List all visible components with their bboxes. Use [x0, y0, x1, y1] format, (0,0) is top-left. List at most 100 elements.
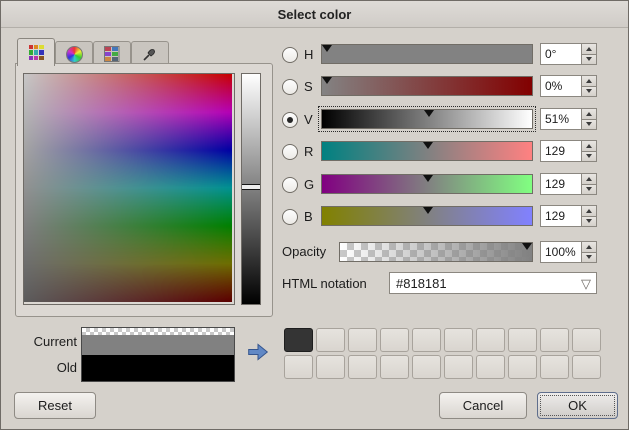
ok-button[interactable]: OK [537, 392, 618, 419]
blue-value[interactable]: 129 [541, 209, 581, 223]
green-spinbox[interactable]: 129 [540, 173, 597, 195]
html-notation-label: HTML notation [282, 276, 367, 291]
hue-spinbox[interactable]: 0° [540, 43, 597, 65]
radio-b[interactable] [282, 209, 298, 225]
palette-cell[interactable] [412, 355, 441, 379]
cancel-button[interactable]: Cancel [439, 392, 527, 419]
old-color-swatch [82, 355, 234, 381]
spin-down-button[interactable] [582, 55, 596, 65]
saturation-slider[interactable] [321, 76, 533, 96]
reset-button-label: Reset [38, 398, 72, 413]
palette-cell[interactable] [348, 328, 377, 352]
palette-cell[interactable] [540, 328, 569, 352]
palette-cell[interactable] [572, 328, 601, 352]
spin-up-button[interactable] [582, 141, 596, 152]
blue-slider[interactable] [321, 206, 533, 226]
right-arrow-icon [247, 340, 269, 364]
slider-marker[interactable] [322, 45, 332, 52]
channel-label-b: B [304, 209, 318, 224]
red-spinbox[interactable]: 129 [540, 140, 597, 162]
current-color-swatch [82, 335, 234, 355]
slider-marker[interactable] [423, 142, 433, 149]
radio-h[interactable] [282, 47, 298, 63]
palette-cell[interactable] [316, 355, 345, 379]
color-square-canvas[interactable] [24, 74, 232, 302]
slider-marker[interactable] [322, 77, 332, 84]
html-notation-value[interactable]: #818181 [396, 276, 447, 291]
palette-cell[interactable] [540, 355, 569, 379]
radio-s[interactable] [282, 79, 298, 95]
saturation-value[interactable]: 0% [541, 79, 581, 93]
triangle-down-icon[interactable]: ▽ [581, 276, 591, 292]
current-label: Current [15, 334, 77, 349]
spin-up-button[interactable] [582, 44, 596, 55]
value-strip-marker[interactable] [242, 184, 260, 190]
ok-button-label: OK [568, 398, 587, 413]
red-value[interactable]: 129 [541, 144, 581, 158]
spin-up-button[interactable] [582, 242, 596, 253]
radio-v[interactable] [282, 112, 298, 128]
palette-cell[interactable] [444, 355, 473, 379]
opacity-label: Opacity [282, 244, 326, 259]
palette-tab-icon [104, 46, 120, 62]
tab-gimp-selector[interactable] [17, 38, 55, 66]
slider-marker[interactable] [522, 243, 532, 250]
spin-down-button[interactable] [582, 120, 596, 130]
palette-cell[interactable] [508, 328, 537, 352]
spin-up-button[interactable] [582, 174, 596, 185]
titlebar[interactable]: Select color [1, 1, 628, 28]
palette-cell[interactable] [476, 355, 505, 379]
hue-value[interactable]: 0° [541, 47, 581, 61]
channel-label-r: R [304, 144, 318, 159]
hue-saturation-square[interactable] [23, 73, 235, 305]
html-notation-input[interactable]: #818181 ▽ [389, 272, 597, 294]
radio-r[interactable] [282, 144, 298, 160]
opacity-spinbox[interactable]: 100% [540, 241, 597, 263]
spin-up-button[interactable] [582, 109, 596, 120]
spin-down-button[interactable] [582, 217, 596, 227]
spin-up-button[interactable] [582, 206, 596, 217]
pixel-grid-tab-icon [29, 45, 44, 60]
alpha-checker-strip [82, 328, 234, 335]
palette-cell[interactable] [476, 328, 505, 352]
opacity-value[interactable]: 100% [541, 245, 581, 259]
value-spinbox[interactable]: 51% [540, 108, 597, 130]
green-slider[interactable] [321, 174, 533, 194]
opacity-slider[interactable] [339, 242, 533, 262]
palette-cell[interactable] [412, 328, 441, 352]
palette-cell[interactable] [316, 328, 345, 352]
green-value[interactable]: 129 [541, 177, 581, 191]
palette-cell[interactable] [348, 355, 377, 379]
spin-down-button[interactable] [582, 253, 596, 263]
swatch-block [81, 327, 235, 382]
eyedropper-icon [142, 46, 158, 62]
spin-down-button[interactable] [582, 87, 596, 97]
saturation-spinbox[interactable]: 0% [540, 75, 597, 97]
blue-spinbox[interactable]: 129 [540, 205, 597, 227]
palette-cell[interactable] [380, 355, 409, 379]
reset-button[interactable]: Reset [14, 392, 96, 419]
slider-marker[interactable] [423, 175, 433, 182]
radio-g[interactable] [282, 177, 298, 193]
hue-slider[interactable] [321, 44, 533, 64]
palette-cell[interactable] [572, 355, 601, 379]
value-value[interactable]: 51% [541, 112, 581, 126]
slider-marker[interactable] [424, 110, 434, 117]
channel-label-g: G [304, 177, 318, 192]
slider-marker[interactable] [423, 207, 433, 214]
palette-cell[interactable] [284, 328, 313, 352]
spin-down-button[interactable] [582, 185, 596, 195]
spin-down-button[interactable] [582, 152, 596, 162]
value-slider[interactable] [321, 109, 533, 129]
palette-cell[interactable] [380, 328, 409, 352]
channel-label-v: V [304, 112, 318, 127]
channel-label-s: S [304, 79, 318, 94]
add-to-palette-button[interactable] [241, 334, 275, 370]
palette-grid [284, 328, 601, 379]
palette-cell[interactable] [284, 355, 313, 379]
palette-cell[interactable] [508, 355, 537, 379]
value-strip-slider[interactable] [241, 73, 261, 305]
spin-up-button[interactable] [582, 76, 596, 87]
palette-cell[interactable] [444, 328, 473, 352]
red-slider[interactable] [321, 141, 533, 161]
